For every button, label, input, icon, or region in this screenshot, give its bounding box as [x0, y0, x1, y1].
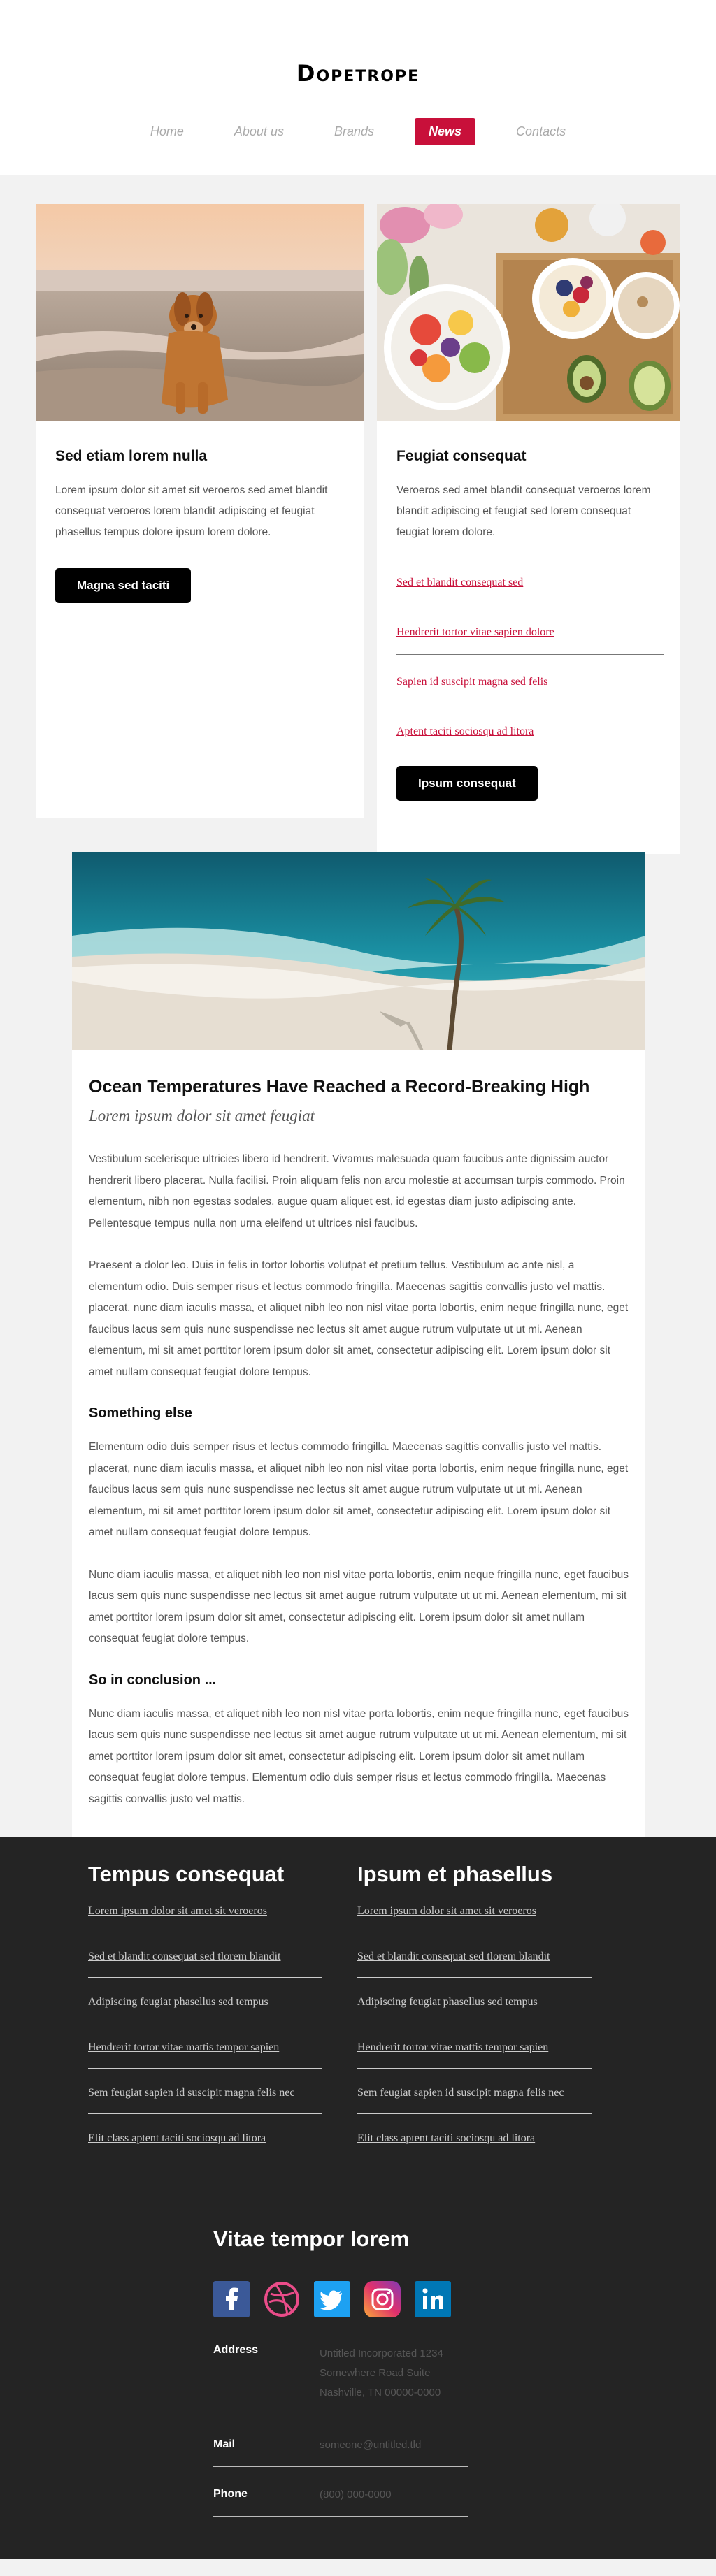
dog-on-beach-image	[36, 204, 364, 421]
section-heading: Something else	[89, 1405, 192, 1421]
address-line: Untitled Incorporated 1234	[320, 2347, 443, 2359]
footer-column: Tempus consequat Lorem ipsum dolor sit a…	[88, 1862, 326, 2159]
footer-column: Ipsum et phasellus Lorem ipsum dolor sit…	[357, 1862, 595, 2159]
article-paragraph: Praesent a dolor leo. Duis in felis in t…	[89, 1259, 629, 1378]
footer-link[interactable]: Adipiscing feugiat phasellus sed tempus	[357, 1978, 592, 2023]
footer-link[interactable]: Lorem ipsum dolor sit amet sit veroeros	[357, 1887, 592, 1932]
nav-news[interactable]: News	[415, 118, 476, 145]
card-text: Veroeros sed amet blandit consequat vero…	[396, 484, 651, 538]
card-title: Sed etiam lorem nulla	[55, 448, 208, 464]
social-links	[213, 2281, 468, 2317]
contact-section: Vitae tempor lorem Address Untitled Inco…	[213, 2227, 468, 2517]
footer-link[interactable]: Elit class aptent taciti sociosqu ad lit…	[88, 2114, 322, 2159]
address-label: Address	[213, 2344, 259, 2356]
site-header: Dopetrope Home About us Brands News Cont…	[0, 0, 716, 175]
article-subtitle: Lorem ipsum dolor sit amet feugiat	[89, 1107, 315, 1124]
address-line: Nashville, TN 00000-0000	[320, 2387, 441, 2398]
article-paragraph: Nunc diam iaculis massa, et aliquet nibh…	[89, 1568, 629, 1645]
section-heading: So in conclusion ...	[89, 1672, 217, 1688]
magna-sed-taciti-button[interactable]: Magna sed taciti	[55, 568, 192, 603]
footer-link[interactable]: Lorem ipsum dolor sit amet sit veroeros	[88, 1887, 322, 1932]
ipsum-consequat-button[interactable]: Ipsum consequat	[396, 766, 538, 801]
card-link[interactable]: Aptent taciti sociosqu ad litora	[396, 704, 664, 745]
mail-label: Mail	[213, 2438, 236, 2450]
mail-value[interactable]: someone@untitled.tld	[320, 2438, 421, 2452]
beach-palm-image	[72, 852, 645, 1050]
footer-link[interactable]: Adipiscing feugiat phasellus sed tempus	[88, 1978, 322, 2023]
card-link-list: Sed et blandit consequat sed Hendrerit t…	[396, 563, 664, 745]
footer-link[interactable]: Elit class aptent taciti sociosqu ad lit…	[357, 2114, 592, 2159]
article-title: Ocean Temperatures Have Reached a Record…	[89, 1077, 590, 1097]
nav-home[interactable]: Home	[141, 120, 194, 145]
contact-title: Vitae tempor lorem	[213, 2227, 410, 2251]
card-title: Feugiat consequat	[396, 448, 527, 464]
main-nav: Home About us Brands News Contacts	[0, 118, 716, 145]
footer-link[interactable]: Sed et blandit consequat sed tlorem blan…	[88, 1932, 322, 1978]
footer-column-title: Tempus consequat	[88, 1862, 285, 1886]
nav-contacts[interactable]: Contacts	[506, 120, 575, 145]
footer-link[interactable]: Sed et blandit consequat sed tlorem blan…	[357, 1932, 592, 1978]
address-value: Untitled Incorporated 1234 Somewhere Roa…	[320, 2344, 443, 2403]
instagram-icon[interactable]	[364, 2281, 401, 2317]
footer-column-title: Ipsum et phasellus	[357, 1862, 553, 1886]
facebook-icon[interactable]	[213, 2281, 250, 2317]
site-logo[interactable]: Dopetrope	[0, 60, 716, 87]
footer-link[interactable]: Sem feugiat sapien id suscipit magna fel…	[357, 2069, 592, 2114]
article-paragraph: Vestibulum scelerisque ultricies libero …	[89, 1153, 625, 1229]
twitter-icon[interactable]	[314, 2281, 350, 2317]
phone-value[interactable]: (800) 000-0000	[320, 2488, 392, 2502]
card-link[interactable]: Sapien id suscipit magna sed felis	[396, 655, 664, 704]
article: Ocean Temperatures Have Reached a Record…	[72, 852, 645, 1837]
contact-address-row: Address Untitled Incorporated 1234 Somew…	[213, 2324, 468, 2417]
footer-link[interactable]: Hendrerit tortor vitae mattis tempor sap…	[88, 2023, 322, 2069]
contact-phone-row: Phone (800) 000-0000	[213, 2467, 468, 2517]
card-link[interactable]: Sed et blandit consequat sed	[396, 563, 664, 605]
card-text: Lorem ipsum dolor sit amet sit veroeros …	[55, 484, 328, 538]
address-line: Somewhere Road Suite	[320, 2367, 431, 2379]
nav-about-us[interactable]: About us	[224, 120, 294, 145]
dribbble-icon[interactable]	[264, 2281, 300, 2317]
footer-link[interactable]: Hendrerit tortor vitae mattis tempor sap…	[357, 2023, 592, 2069]
article-paragraph: Elementum odio duis semper risus et lect…	[89, 1441, 629, 1538]
nav-brands[interactable]: Brands	[324, 120, 384, 145]
contact-mail-row: Mail someone@untitled.tld	[213, 2417, 468, 2467]
card-link[interactable]: Hendrerit tortor vitae sapien dolore	[396, 605, 664, 655]
phone-label: Phone	[213, 2488, 248, 2500]
fruit-bowls-image	[377, 204, 680, 421]
site-footer: Tempus consequat Lorem ipsum dolor sit a…	[0, 1837, 716, 2559]
card-dog: Sed etiam lorem nulla Lorem ipsum dolor …	[36, 204, 364, 818]
cards-section: Sed etiam lorem nulla Lorem ipsum dolor …	[0, 175, 716, 856]
footer-link[interactable]: Sem feugiat sapien id suscipit magna fel…	[88, 2069, 322, 2114]
article-paragraph: Nunc diam iaculis massa, et aliquet nibh…	[89, 1707, 629, 1805]
linkedin-icon[interactable]	[415, 2281, 451, 2317]
card-food: Feugiat consequat Veroeros sed amet blan…	[377, 204, 680, 854]
